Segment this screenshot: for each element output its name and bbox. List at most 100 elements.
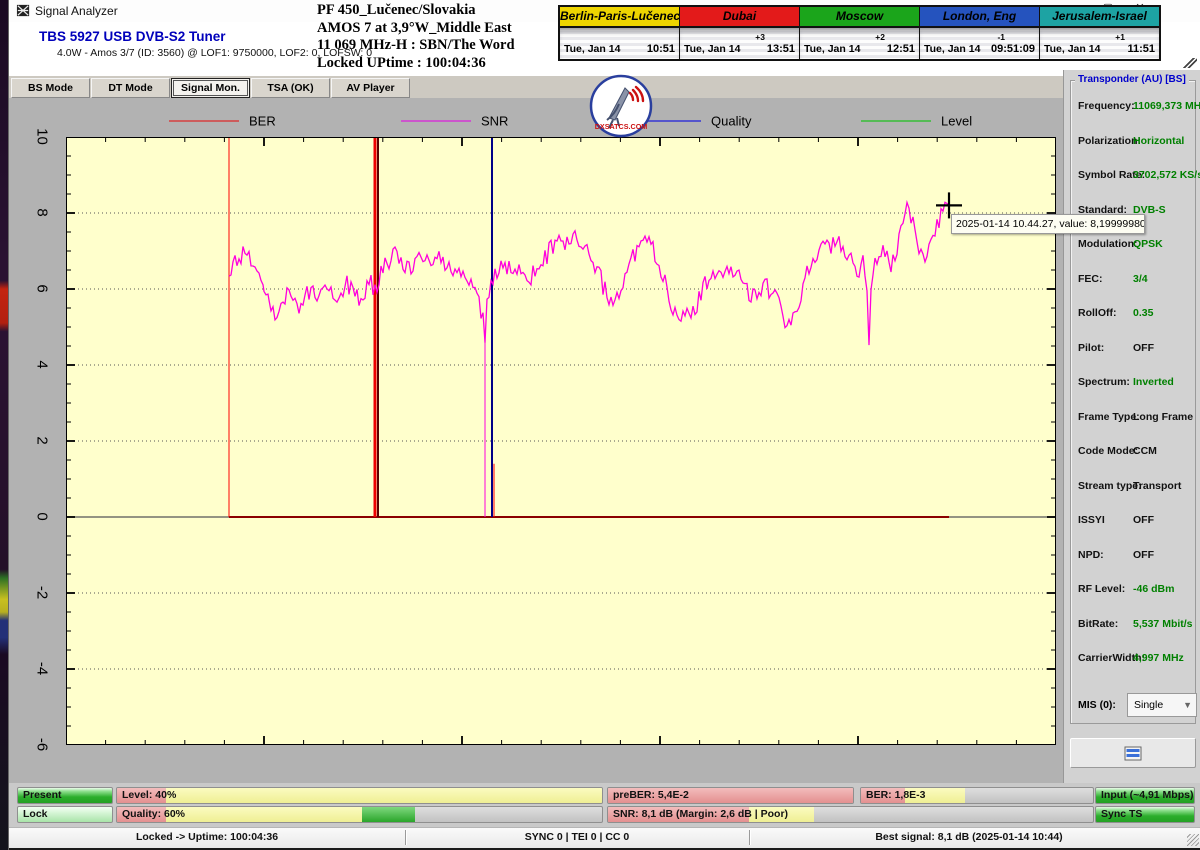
transponder-row: Spectrum:Inverted [1071, 365, 1195, 400]
clock-utc-offset: +3 [755, 32, 765, 42]
transponder-row-value: Long Frame [1133, 411, 1193, 423]
transponder-row-label: NPD: [1078, 549, 1104, 561]
clock-utc-offset: -1 [997, 32, 1005, 42]
transponder-rows: Frequency:11069,373 MHzPolarization:Hori… [1071, 89, 1195, 676]
transponder-row: FEC:3/4 [1071, 262, 1195, 297]
transponder-row-value: 5,537 Mbit/s [1133, 618, 1193, 630]
mis-value: Single [1134, 699, 1163, 711]
clock-name: London, Eng [920, 7, 1039, 28]
transponder-row-label: RF Level: [1078, 583, 1125, 595]
transponder-row-value: 0.35 [1133, 307, 1153, 319]
lock-bar: Lock [17, 806, 113, 823]
mis-label: MIS (0): [1078, 699, 1116, 711]
present-bar: Present [17, 787, 113, 804]
bar-label: BER: 1,8E-3 [866, 789, 926, 801]
transponder-row-value: Inverted [1133, 376, 1174, 388]
transponder-row-value: OFF [1133, 549, 1154, 561]
signal-analyzer-app: Signal Analyzer ▢ ✕ TBS 5927 USB DVB-S2 … [0, 0, 1200, 850]
statusbar-section: Locked -> Uptime: 100:04:36 [9, 828, 405, 848]
transponder-panel: Transponder (AU) [BS] Frequency:11069,37… [1063, 70, 1200, 783]
clock-name: Dubai [680, 7, 799, 28]
bar-segment-track [814, 807, 1093, 822]
tab-tsa-ok-[interactable]: TSA (OK) [251, 78, 330, 98]
input-bar: Input (~4,91 Mbps) [1095, 787, 1195, 804]
bar-label: Present [23, 789, 62, 801]
transponder-row-label: Pilot: [1078, 342, 1104, 354]
transponder-row: BitRate:5,537 Mbit/s [1071, 607, 1195, 642]
world-clocks: Berlin-Paris-Lučenec Tue, Jan 14 10:51 Duba… [558, 5, 1161, 61]
dxsatcs-logo: DXSATCS.COM [589, 74, 653, 138]
snr-bar: SNR: 8,1 dB (Margin: 2,6 dB | Poor) [607, 806, 1094, 823]
bar-segment-yellow [166, 788, 603, 803]
clock-utc-offset: +1 [1115, 32, 1125, 42]
clock-time: 09:51:09 [991, 43, 1035, 55]
tab-dt-mode[interactable]: DT Mode [91, 78, 170, 98]
statusbar-section: SYNC 0 | TEI 0 | CC 0 [405, 828, 749, 848]
transponder-row: CarrierWidth:4,997 MHz [1071, 641, 1195, 676]
tab-av-player[interactable]: AV Player [331, 78, 410, 98]
transponder-row-value: OFF [1133, 514, 1154, 526]
legend-item-snr: SNR [401, 112, 508, 128]
transponder-row-label: RollOff: [1078, 307, 1117, 319]
legend-line-swatch [861, 120, 931, 122]
clock-time: 11:51 [1127, 43, 1155, 55]
chart-panel: BERSNRQualityLevel DXSATCS.COM 1086420-2… [9, 98, 1063, 783]
site-header-line: Locked UPtime : 100:04:36 [317, 55, 567, 73]
transponder-row-value: Transport [1133, 480, 1181, 492]
transponder-row-value: OFF [1133, 342, 1154, 354]
clock-name: Berlin-Paris-Lučenec [560, 7, 679, 28]
window-title: Signal Analyzer [35, 4, 118, 18]
transponder-row: Symbol Rate:3702,572 KS/s [1071, 158, 1195, 193]
transponder-title: Transponder (AU) [BS] [1075, 74, 1189, 85]
transponder-row: NPD: OFF [1071, 538, 1195, 573]
bar-segment-track [965, 788, 1093, 803]
legend-label: SNR [481, 113, 508, 128]
bar-label: preBER: 5,4E-2 [613, 789, 689, 801]
transponder-groupbox: Transponder (AU) [BS] Frequency:11069,37… [1070, 80, 1196, 724]
clock-date: Tue, Jan 14 [564, 43, 620, 55]
transponder-row-label: Frame Type: [1078, 411, 1140, 423]
clock-date: Tue, Jan 14 [804, 43, 860, 55]
site-header-line: 11 069 MHz-H : SBN/The Word [317, 37, 567, 55]
statusbar-divider [749, 830, 750, 845]
clock-resize-grip[interactable] [1181, 58, 1197, 68]
syncts-bar: Sync TS [1095, 806, 1195, 823]
tab-signal-mon-[interactable]: Signal Mon. [171, 78, 250, 98]
site-header-line: PF 450_Lučenec/Slovakia [317, 2, 567, 20]
desktop-edge [0, 0, 8, 850]
transponder-row-value: 11069,373 MHz [1133, 100, 1200, 112]
y-axis-label: 10 [34, 122, 51, 152]
transponder-row: Pilot: OFF [1071, 331, 1195, 366]
clock-london-eng: London, EngTue, Jan 14-109:51:09 [919, 7, 1039, 59]
bar-segment-yellow [166, 807, 362, 822]
status-bar: Locked -> Uptime: 100:04:36SYNC 0 | TEI … [9, 827, 1200, 850]
clock-utc-offset: +2 [875, 32, 885, 42]
quality-bar: Quality: 60% [116, 806, 603, 823]
legend-item-ber: BER [169, 112, 276, 128]
legend-label: Level [941, 113, 972, 128]
panel-button[interactable] [1070, 738, 1196, 768]
transponder-row-value: 3/4 [1133, 273, 1148, 285]
y-axis-label: -6 [34, 730, 51, 760]
tab-bar: BS ModeDT ModeSignal Mon.TSA (OK)AV Play… [9, 76, 1063, 98]
transponder-row-label: Modulation: [1078, 238, 1137, 250]
mis-dropdown[interactable]: Single ▼ [1127, 693, 1197, 717]
transponder-row-label: Code Mode: [1078, 445, 1138, 457]
clock-time: 10:51 [647, 43, 675, 55]
statusbar-divider [405, 830, 406, 845]
clock-moscow: MoscowTue, Jan 14+212:51 [799, 7, 919, 59]
transponder-row: Code Mode:CCM [1071, 434, 1195, 469]
bar-label: Sync TS [1101, 808, 1142, 820]
legend-label: Quality [711, 113, 751, 128]
app-icon [16, 3, 31, 18]
clock-date: Tue, Jan 14 [684, 43, 740, 55]
legend-line-swatch [169, 120, 239, 122]
transponder-row: RollOff: 0.35 [1071, 296, 1195, 331]
bar-segment-green [362, 807, 415, 822]
tab-bs-mode[interactable]: BS Mode [11, 78, 90, 98]
y-axis-label: 2 [34, 426, 51, 456]
clock-name: Jerusalem-Israel [1040, 7, 1159, 28]
signal-chart-plot[interactable] [66, 137, 1056, 745]
bar-label: Input (~4,91 Mbps) [1101, 789, 1193, 801]
transponder-row-label: ISSYI [1078, 514, 1105, 526]
